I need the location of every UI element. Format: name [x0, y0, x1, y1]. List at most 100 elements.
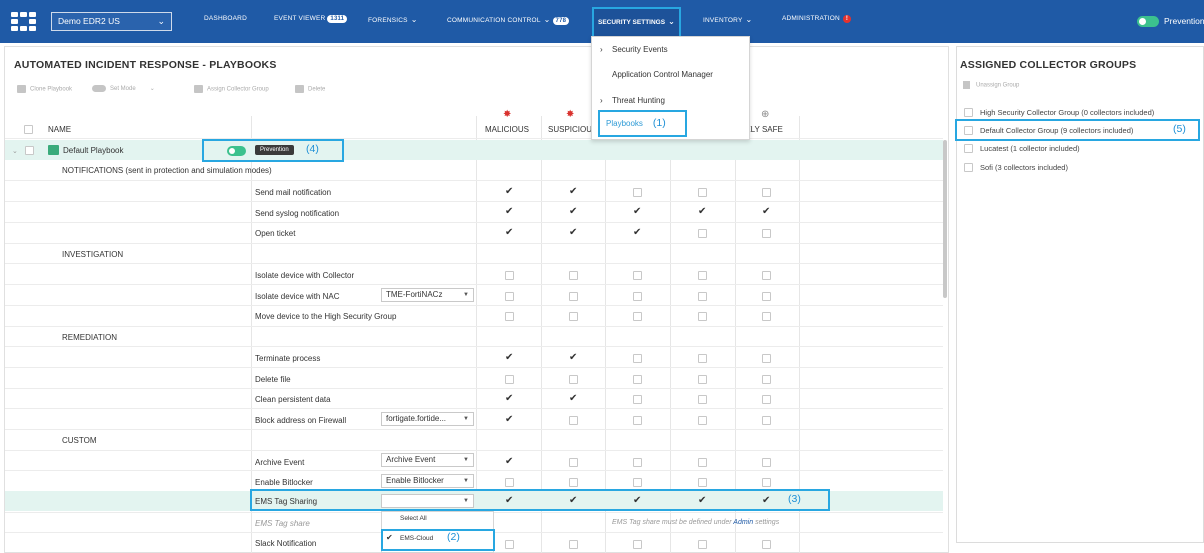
group-checkbox[interactable] — [964, 126, 973, 135]
action-checkbox[interactable] — [762, 292, 771, 301]
action-checkmark[interactable]: ✔ — [505, 496, 513, 506]
action-checkbox[interactable] — [698, 416, 707, 425]
nav-forensics[interactable]: FORENSICS ⌄ — [368, 15, 418, 24]
action-checkbox[interactable] — [762, 375, 771, 384]
action-checkmark[interactable]: ✔ — [569, 496, 577, 506]
action-checkbox[interactable] — [505, 478, 514, 487]
action-checkmark[interactable]: ✔ — [505, 187, 513, 197]
action-checkbox[interactable] — [762, 395, 771, 404]
action-checkbox[interactable] — [569, 458, 578, 467]
action-checkbox[interactable] — [762, 478, 771, 487]
ems-cloud-option[interactable]: EMS-Cloud — [400, 535, 433, 542]
assign-collector-group-button[interactable]: Assign Collector Group — [194, 85, 269, 93]
action-checkmark[interactable]: ✔ — [633, 496, 641, 506]
tenant-selector[interactable]: Demo EDR2 US ⌄ — [51, 12, 172, 31]
ems-select[interactable]: ▼ — [381, 494, 474, 508]
action-checkbox[interactable] — [698, 354, 707, 363]
fortinet-logo-icon[interactable] — [11, 10, 37, 32]
group-item[interactable]: Lucatest (1 collector included) — [980, 144, 1080, 153]
action-checkbox[interactable] — [569, 312, 578, 321]
action-checkbox[interactable] — [698, 292, 707, 301]
action-checkbox[interactable] — [762, 271, 771, 280]
action-checkbox[interactable] — [633, 271, 642, 280]
action-checkbox[interactable] — [698, 478, 707, 487]
action-checkbox[interactable] — [762, 229, 771, 238]
action-checkbox[interactable] — [698, 188, 707, 197]
action-checkbox[interactable] — [505, 312, 514, 321]
action-checkbox[interactable] — [633, 416, 642, 425]
action-checkmark[interactable]: ✔ — [633, 207, 641, 217]
group-item[interactable]: Default Collector Group (9 collectors in… — [980, 126, 1133, 135]
action-checkmark[interactable]: ✔ — [505, 228, 513, 238]
action-checkmark[interactable]: ✔ — [505, 353, 513, 363]
action-checkbox[interactable] — [505, 375, 514, 384]
playbook-checkbox[interactable] — [25, 146, 34, 155]
playbook-name[interactable]: Default Playbook — [63, 146, 123, 155]
action-checkbox[interactable] — [762, 312, 771, 321]
action-checkmark[interactable]: ✔ — [762, 207, 770, 217]
playbook-row[interactable] — [5, 140, 943, 160]
nac-select[interactable]: TME-FortiNACz ▼ — [381, 288, 474, 302]
action-checkbox[interactable] — [569, 271, 578, 280]
select-all-option[interactable]: Select All — [400, 515, 427, 522]
action-checkbox[interactable] — [698, 229, 707, 238]
action-checkbox[interactable] — [633, 312, 642, 321]
action-checkbox[interactable] — [505, 271, 514, 280]
action-checkbox[interactable] — [762, 188, 771, 197]
group-checkbox[interactable] — [964, 163, 973, 172]
action-checkbox[interactable] — [633, 458, 642, 467]
set-mode-button[interactable]: Set Mode ⌄ — [92, 85, 155, 92]
action-checkbox[interactable] — [633, 478, 642, 487]
action-checkbox[interactable] — [698, 271, 707, 280]
nav-inventory[interactable]: INVENTORY ⌄ — [703, 15, 752, 24]
action-checkmark[interactable]: ✔ — [569, 228, 577, 238]
action-checkmark[interactable]: ✔ — [569, 394, 577, 404]
delete-button[interactable]: Delete — [295, 85, 325, 93]
action-checkbox[interactable] — [505, 292, 514, 301]
prevention-mode-toggle[interactable] — [1137, 16, 1159, 27]
action-checkbox[interactable] — [698, 312, 707, 321]
scrollbar[interactable] — [943, 140, 947, 298]
clone-playbook-button[interactable]: Clone Playbook — [17, 85, 72, 93]
action-checkmark[interactable]: ✔ — [505, 207, 513, 217]
action-checkbox[interactable] — [698, 375, 707, 384]
action-checkbox[interactable] — [698, 458, 707, 467]
playbook-mode-toggle[interactable] — [227, 146, 246, 156]
action-checkmark[interactable]: ✔ — [698, 207, 706, 217]
action-checkbox[interactable] — [633, 375, 642, 384]
action-checkmark[interactable]: ✔ — [569, 187, 577, 197]
nav-security-settings[interactable]: SECURITY SETTINGS ⌄ — [592, 7, 681, 38]
action-checkbox[interactable] — [505, 540, 514, 549]
action-checkbox[interactable] — [633, 292, 642, 301]
action-checkmark[interactable]: ✔ — [698, 496, 706, 506]
action-checkbox[interactable] — [762, 540, 771, 549]
action-checkbox[interactable] — [633, 540, 642, 549]
action-checkbox[interactable] — [762, 416, 771, 425]
menu-security-events[interactable]: › Security Events — [592, 38, 749, 62]
group-checkbox[interactable] — [964, 144, 973, 153]
action-checkbox[interactable] — [569, 292, 578, 301]
action-checkbox[interactable] — [633, 354, 642, 363]
nav-event-viewer[interactable]: EVENT VIEWER 1311 — [274, 15, 348, 23]
action-checkbox[interactable] — [762, 354, 771, 363]
nav-dashboard[interactable]: DASHBOARD — [204, 15, 247, 22]
expand-chevron-icon[interactable]: ⌄ — [12, 147, 18, 155]
admin-settings-link[interactable]: Admin — [733, 519, 753, 526]
action-checkbox[interactable] — [569, 416, 578, 425]
group-item[interactable]: High Security Collector Group (0 collect… — [980, 108, 1154, 117]
nav-communication-control[interactable]: COMMUNICATION CONTROL ⌄ 778 — [447, 15, 570, 25]
group-checkbox[interactable] — [964, 108, 973, 117]
action-checkmark[interactable]: ✔ — [633, 228, 641, 238]
action-checkmark[interactable]: ✔ — [505, 415, 513, 425]
action-checkbox[interactable] — [569, 478, 578, 487]
action-checkbox[interactable] — [698, 395, 707, 404]
action-checkmark[interactable]: ✔ — [505, 394, 513, 404]
unassign-group-button[interactable]: Unassign Group — [963, 81, 1019, 89]
action-checkbox[interactable] — [762, 458, 771, 467]
action-checkmark[interactable]: ✔ — [762, 496, 770, 506]
menu-application-control-manager[interactable]: Application Control Manager — [592, 63, 749, 87]
menu-playbooks[interactable]: Playbooks (1) — [598, 110, 687, 137]
nav-administration[interactable]: ADMINISTRATION! — [782, 15, 851, 23]
action-checkbox[interactable] — [569, 375, 578, 384]
firewall-select[interactable]: fortigate.fortide... ▼ — [381, 412, 474, 426]
